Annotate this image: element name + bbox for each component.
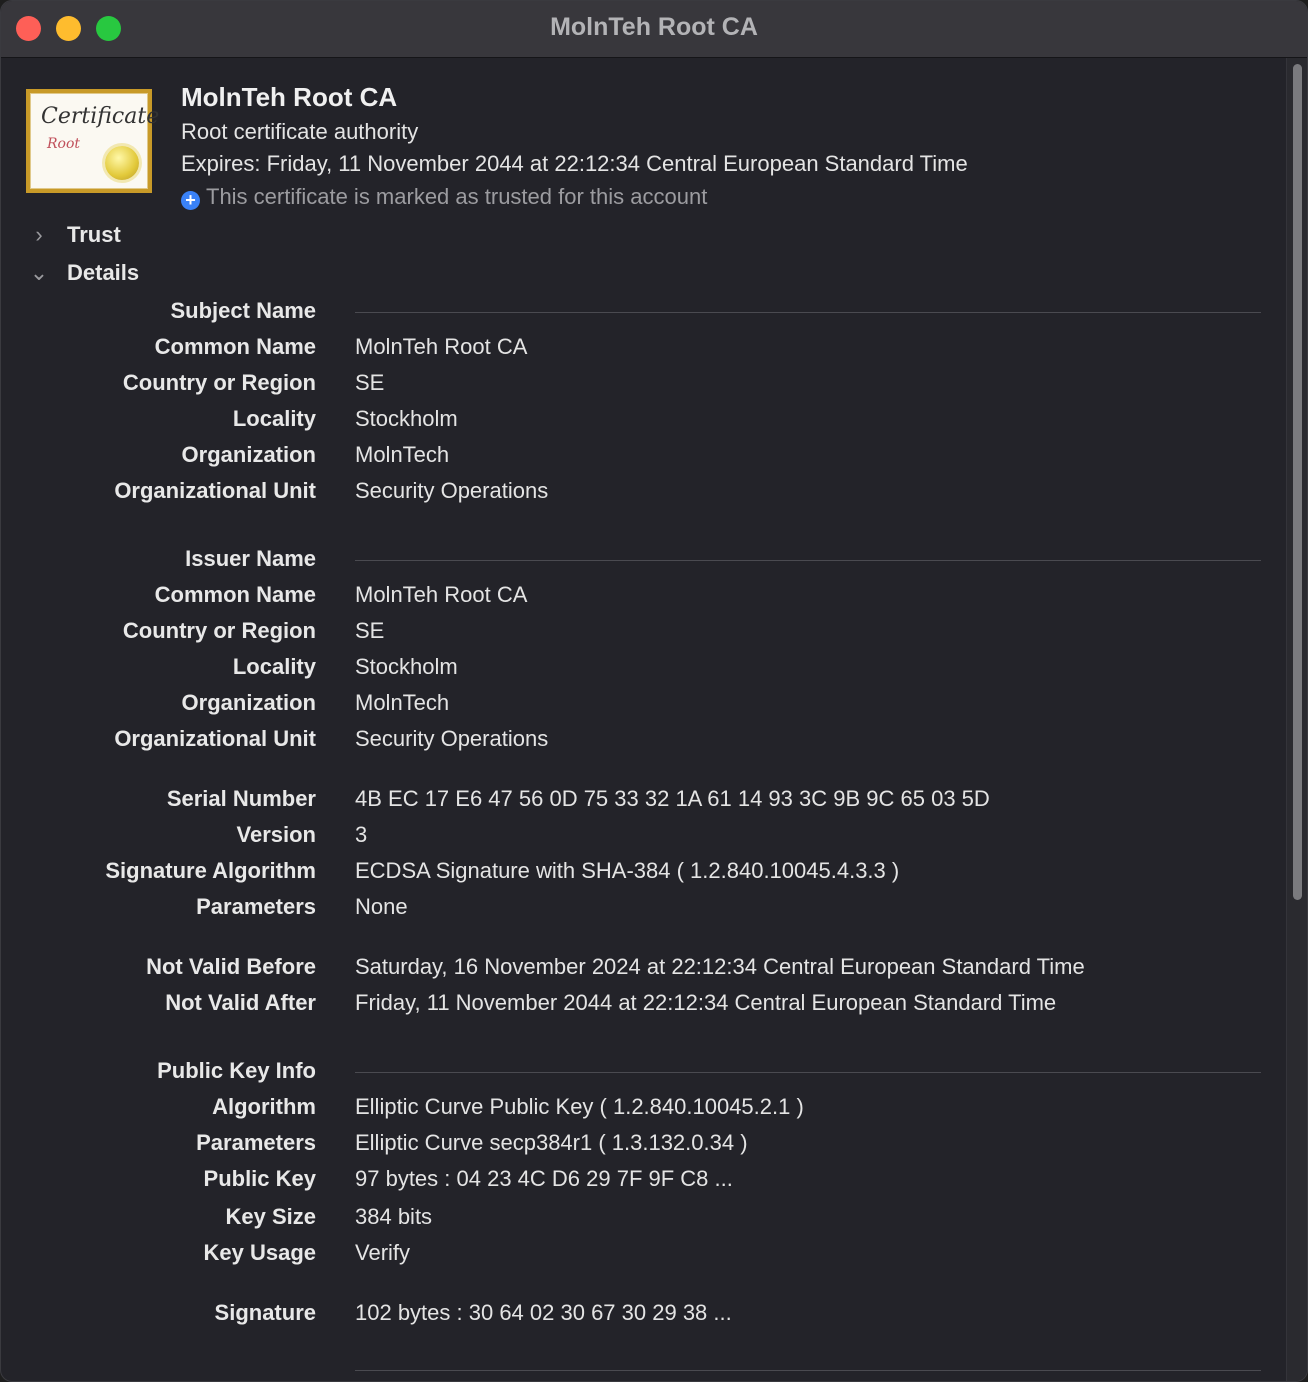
detail-label: Parameters	[196, 894, 316, 919]
detail-value: Elliptic Curve secp384r1 ( 1.3.132.0.34 …	[355, 1130, 748, 1155]
detail-row: Key Usage Verify	[1, 1240, 1291, 1270]
detail-value: MolnTeh Root CA	[355, 582, 528, 607]
details-label: Details	[67, 260, 140, 285]
detail-value: 4B EC 17 E6 47 56 0D 75 33 32 1A 61 14 9…	[355, 786, 990, 811]
detail-row: Country or Region SE	[1, 618, 1291, 648]
detail-label: Key Usage	[203, 1240, 316, 1265]
detail-label: Organizational Unit	[114, 726, 316, 751]
detail-value: MolnTech	[355, 690, 450, 715]
issuer-name-heading: Issuer Name	[185, 546, 316, 571]
detail-value: 97 bytes : 04 23 4C D6 29 7F 9F C8 ...	[355, 1166, 733, 1191]
detail-label: Version	[236, 822, 316, 847]
detail-value: None	[355, 894, 408, 919]
public-key-info-heading: Public Key Info	[157, 1058, 316, 1083]
certificate-expiry: Expires: Friday, 11 November 2044 at 22:…	[181, 151, 968, 176]
detail-row: Parameters None	[1, 894, 1291, 924]
detail-value: SE	[355, 370, 385, 395]
detail-row: Algorithm Elliptic Curve Public Key ( 1.2…	[1, 1094, 1291, 1124]
trust-label: Trust	[67, 222, 121, 247]
detail-value: MolnTeh Root CA	[355, 334, 528, 359]
detail-row: Not Valid Before Saturday, 16 November 20…	[1, 954, 1291, 984]
detail-label: Organization	[181, 690, 316, 715]
detail-value: Friday, 11 November 2044 at 22:12:34 Cen…	[355, 990, 1057, 1015]
trust-disclosure[interactable]: › Trust	[29, 222, 121, 248]
certificate-icon: Certificate Root	[26, 89, 159, 193]
detail-value: SE	[355, 618, 385, 643]
certificate-icon-text: Certificate	[41, 104, 160, 129]
trust-status-text: This certificate is marked as trusted fo…	[206, 184, 708, 209]
detail-value: Stockholm	[355, 406, 458, 431]
issuer-name-heading-row: Issuer Name	[1, 546, 1291, 576]
detail-row: Signature 102 bytes : 30 64 02 30 67 30 2…	[1, 1300, 1291, 1330]
detail-row: Parameters Elliptic Curve secp384r1 ( 1.3…	[1, 1130, 1291, 1160]
trust-status: + This certificate is marked as trusted f…	[181, 184, 707, 210]
detail-row: Organizational Unit Security Operations	[1, 478, 1291, 508]
detail-label: Serial Number	[166, 786, 316, 811]
detail-value: MolnTech	[355, 442, 450, 467]
subject-name-heading: Subject Name	[170, 298, 317, 323]
detail-label: Country or Region	[122, 370, 316, 395]
detail-label: Locality	[232, 654, 316, 679]
detail-row: Serial Number 4B EC 17 E6 47 56 0D 75 33 …	[1, 786, 1291, 816]
detail-label: Algorithm	[212, 1094, 316, 1119]
detail-value: Stockholm	[355, 654, 458, 679]
divider	[355, 1370, 1261, 1371]
detail-row: Not Valid After Friday, 11 November 2044 …	[1, 990, 1291, 1020]
detail-value: 3	[355, 822, 368, 847]
subject-name-heading-row: Subject Name	[1, 298, 1291, 328]
detail-value: Verify	[355, 1240, 411, 1265]
detail-value: Elliptic Curve Public Key ( 1.2.840.1004…	[355, 1094, 804, 1119]
detail-row: Version 3	[1, 822, 1291, 852]
vertical-scrollbar[interactable]	[1286, 58, 1307, 1381]
window-title: MolnTeh Root CA	[550, 13, 758, 41]
detail-row: Public Key 97 bytes : 04 23 4C D6 29 7F 9…	[1, 1166, 1291, 1196]
certificate-icon-subtext: Root	[47, 136, 81, 152]
scrollbar-thumb[interactable]	[1293, 64, 1302, 900]
detail-row: Locality Stockholm	[1, 406, 1291, 436]
detail-label: Country or Region	[122, 618, 316, 643]
certificate-kind: Root certificate authority	[181, 119, 419, 144]
plus-circle-icon: +	[181, 191, 200, 210]
certificate-name: MolnTeh Root CA	[181, 82, 398, 112]
chevron-right-icon: ›	[35, 222, 43, 247]
details-disclosure[interactable]: ⌄ Details	[29, 260, 139, 286]
detail-row: Common Name MolnTeh Root CA	[1, 334, 1291, 364]
divider	[355, 560, 1261, 561]
detail-row: Organization MolnTech	[1, 442, 1291, 472]
chevron-down-icon: ⌄	[29, 260, 49, 285]
detail-label: Common Name	[154, 334, 316, 359]
detail-label: Not Valid After	[165, 990, 316, 1015]
detail-row: Signature Algorithm ECDSA Signature with …	[1, 858, 1291, 888]
divider	[355, 312, 1261, 313]
detail-row: Locality Stockholm	[1, 654, 1291, 684]
detail-row: Common Name MolnTeh Root CA	[1, 582, 1291, 612]
seal-icon	[105, 146, 139, 180]
detail-value: ECDSA Signature with SHA-384 ( 1.2.840.1…	[355, 858, 900, 883]
title-bar: MolnTeh Root CA	[1, 1, 1307, 58]
detail-label: Key Size	[225, 1204, 317, 1229]
certificate-content: Certificate Root MolnTeh Root CA Root ce…	[1, 58, 1287, 1381]
detail-row: Organization MolnTech	[1, 690, 1291, 720]
public-key-info-heading-row: Public Key Info	[1, 1058, 1291, 1088]
detail-label: Parameters	[196, 1130, 316, 1155]
detail-value: Saturday, 16 November 2024 at 22:12:34 C…	[355, 954, 1085, 979]
certificate-window: MolnTeh Root CA Certificate Root MolnTeh…	[0, 0, 1308, 1382]
detail-label: Organization	[181, 442, 316, 467]
detail-label: Public Key	[203, 1166, 316, 1191]
detail-value: Security Operations	[355, 478, 549, 503]
divider	[355, 1072, 1261, 1073]
detail-value: 102 bytes : 30 64 02 30 67 30 29 38 ...	[355, 1300, 732, 1325]
detail-row: Country or Region SE	[1, 370, 1291, 400]
detail-row: Key Size 384 bits	[1, 1204, 1291, 1234]
next-section-divider-row	[1, 1356, 1291, 1381]
detail-label: Common Name	[154, 582, 316, 607]
detail-label: Signature	[214, 1300, 316, 1325]
detail-label: Not Valid Before	[146, 954, 316, 979]
detail-row: Organizational Unit Security Operations	[1, 726, 1291, 756]
detail-label: Organizational Unit	[114, 478, 316, 503]
detail-label: Locality	[232, 406, 316, 431]
detail-value: Security Operations	[355, 726, 549, 751]
detail-label: Signature Algorithm	[105, 858, 316, 883]
detail-value: 384 bits	[355, 1204, 433, 1229]
